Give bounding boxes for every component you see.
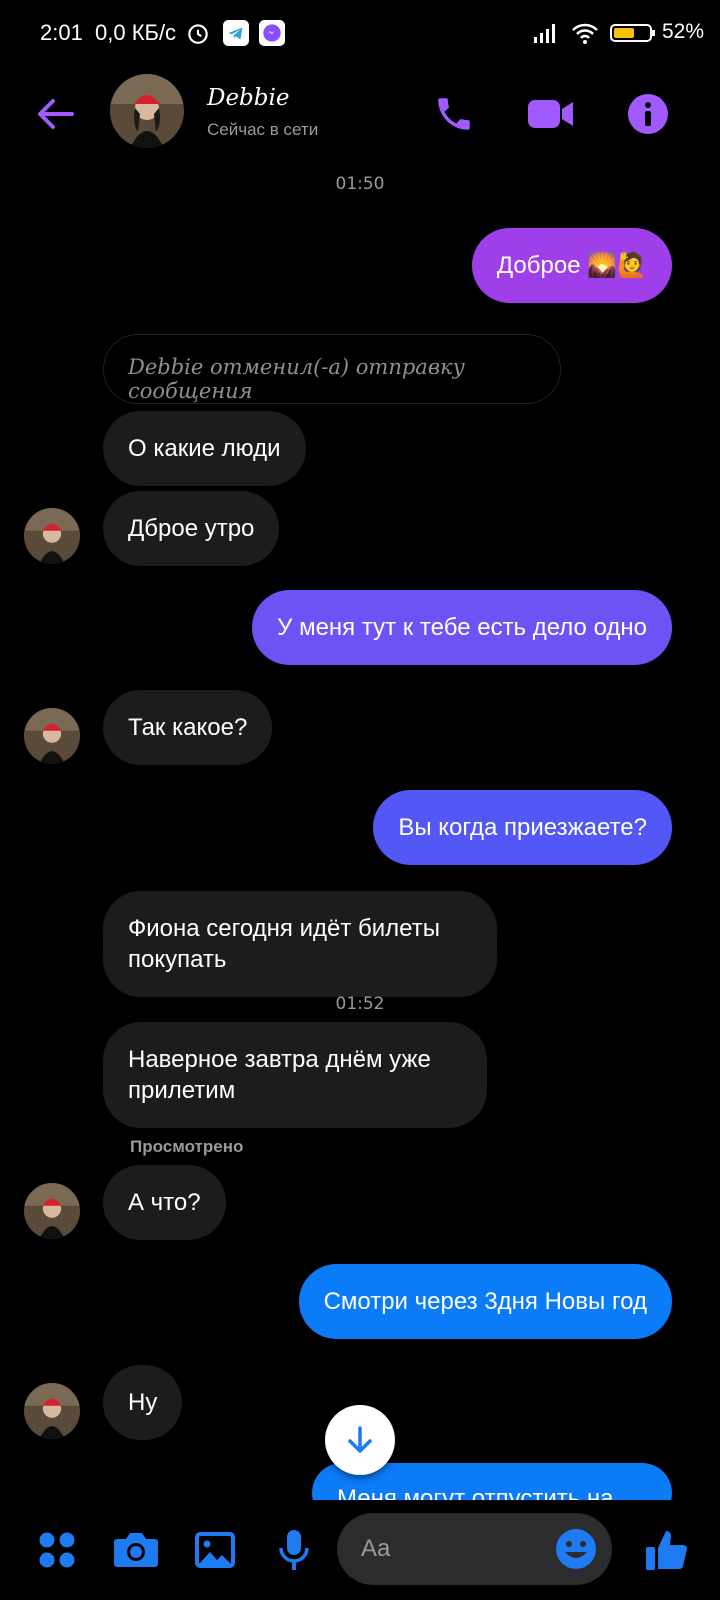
telegram-icon [223, 20, 249, 46]
avatar-photo [110, 74, 184, 148]
call-button[interactable] [428, 88, 480, 140]
voice-message-button[interactable] [270, 1526, 318, 1574]
message-input-container[interactable] [337, 1513, 612, 1585]
timestamp-separator: 01:52 [335, 994, 385, 1014]
like-button[interactable] [643, 1526, 691, 1574]
gallery-button[interactable] [191, 1526, 239, 1574]
incoming-message[interactable]: О какие люди [103, 411, 306, 486]
incoming-message[interactable]: Наверное завтра днём уже прилетим [103, 1022, 487, 1128]
arrow-down-icon [348, 1426, 372, 1453]
microphone-icon [279, 1530, 309, 1570]
avatar-photo [24, 1183, 80, 1239]
phone-icon [438, 98, 470, 130]
signal-icon [534, 24, 555, 43]
more-actions-button[interactable] [33, 1526, 81, 1574]
incoming-message[interactable]: А что? [103, 1165, 226, 1240]
contact-name[interactable]: Debbie [207, 85, 289, 111]
image-icon [195, 1532, 235, 1568]
camera-button[interactable] [112, 1526, 160, 1574]
incoming-message[interactable]: Фиона сегодня идёт билеты покупать [103, 891, 497, 997]
sender-avatar[interactable] [24, 1183, 80, 1239]
avatar-photo [24, 508, 80, 564]
message-input[interactable] [361, 1531, 541, 1567]
outgoing-message[interactable]: Смотри через 3дня Новы год [298, 1264, 672, 1339]
arrow-left-icon [38, 99, 74, 129]
four-dots-icon [39, 1532, 75, 1568]
emoji-icon[interactable] [554, 1527, 598, 1571]
alarm-icon [188, 24, 208, 44]
battery-icon [610, 24, 655, 42]
outgoing-message[interactable]: Вы когда приезжаете? [373, 790, 672, 865]
sender-avatar[interactable] [24, 1383, 80, 1439]
back-button[interactable] [30, 88, 82, 140]
status-net-speed: 0,0 КБ/с [95, 20, 177, 45]
wifi-icon [572, 23, 598, 44]
avatar-photo [24, 1383, 80, 1439]
incoming-message[interactable]: Дброе утро [103, 491, 280, 566]
contact-avatar[interactable] [110, 74, 184, 148]
battery-percent: 52% [662, 20, 705, 43]
sender-avatar[interactable] [24, 708, 80, 764]
status-bar: 2:01 0,0 КБ/с 52% [0, 0, 720, 70]
outgoing-message[interactable]: У меня тут к тебе есть дело одно [252, 590, 672, 665]
timestamp-separator: 01:50 [335, 174, 385, 194]
messenger-icon [259, 20, 285, 46]
video-call-button[interactable] [525, 88, 577, 140]
thumbs-up-icon [646, 1531, 687, 1570]
message-composer [0, 1500, 720, 1600]
video-camera-icon [528, 100, 573, 128]
contact-status: Сейчас в сети [207, 120, 319, 139]
status-time: 2:01 [40, 20, 83, 45]
chat-header: Debbie Сейчас в сети [0, 70, 720, 170]
outgoing-message[interactable]: Доброе 🌄🙋 [471, 228, 672, 303]
incoming-message[interactable]: Ну [103, 1365, 183, 1440]
scroll-to-bottom-button[interactable] [325, 1405, 395, 1475]
camera-icon [114, 1533, 158, 1567]
incoming-message[interactable]: Так какое? [103, 690, 273, 765]
info-icon [628, 94, 668, 134]
unsent-message-notice: Debbie отменил(-а) отправку сообщения [103, 334, 561, 404]
sender-avatar[interactable] [24, 508, 80, 564]
info-button[interactable] [622, 88, 674, 140]
seen-indicator: Просмотрено [130, 1137, 244, 1156]
avatar-photo [24, 708, 80, 764]
